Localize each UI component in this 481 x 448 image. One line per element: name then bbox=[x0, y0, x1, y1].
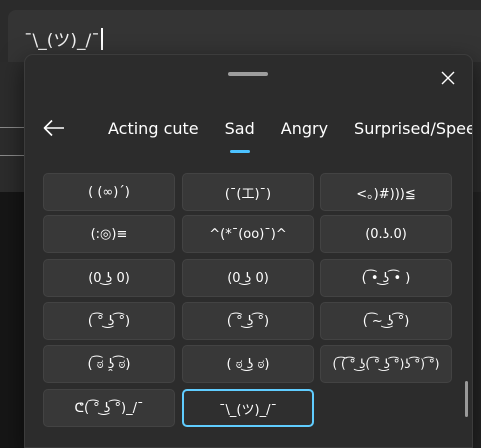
tab-acting-cute[interactable]: Acting cute bbox=[108, 117, 199, 141]
back-button[interactable] bbox=[39, 113, 69, 143]
kaomoji-item[interactable]: ( ͡ಠ ʖ̯ ͡ಠ) bbox=[43, 345, 175, 383]
close-icon bbox=[441, 71, 455, 85]
input-text: ¯\_(ツ)_/¯ bbox=[24, 26, 103, 51]
tab-angry[interactable]: Angry bbox=[281, 117, 328, 141]
kaomoji-item[interactable]: ( (∞)´) bbox=[43, 173, 175, 211]
kaomoji-item[interactable]: ( ͡~ ͜ʖ ͡°) bbox=[320, 302, 452, 340]
tab-surprised-speechless[interactable]: Surprised/Speechless bbox=[354, 117, 472, 141]
text-caret bbox=[100, 28, 103, 50]
drag-handle[interactable] bbox=[228, 72, 268, 76]
kaomoji-grid: ( (∞)´) (¯(工)¯) <。)#)))≦ (:◎)≡ ^(*¯(oo)¯… bbox=[43, 173, 468, 447]
kaomoji-item[interactable]: (¯(工)¯) bbox=[182, 173, 314, 211]
kaomoji-item[interactable]: (0 ͜ʖ 0) bbox=[182, 259, 314, 297]
category-tabs: Acting cute Sad Angry Surprised/Speechless bbox=[108, 117, 472, 157]
kaomoji-item[interactable]: (0 ͜ʖ 0) bbox=[43, 259, 175, 297]
close-button[interactable] bbox=[433, 63, 463, 93]
input-value: ¯\_(ツ)_/¯ bbox=[24, 31, 100, 51]
kaomoji-item[interactable]: ( ͡° ͜ʖ ͡°) bbox=[43, 302, 175, 340]
kaomoji-item[interactable]: (:◎)≡ bbox=[43, 215, 175, 253]
back-arrow-icon bbox=[43, 119, 64, 137]
app-scroll-edge bbox=[472, 192, 481, 448]
emoji-panel: Acting cuteSadAngrySurprised/Speechless … bbox=[24, 54, 473, 448]
scrollbar-thumb[interactable] bbox=[465, 381, 468, 417]
kaomoji-item[interactable]: (0.ʖ.0) bbox=[320, 215, 452, 253]
kaomoji-item[interactable]: ( ͡( ͡° ͜ʖ( ͡° ͜ʖ ͡°)ʖ ͡°) ͡°) bbox=[320, 345, 452, 383]
kaomoji-item[interactable]: <。)#)))≦ bbox=[320, 173, 452, 211]
kaomoji-item[interactable]: ᕦ( ͡° ͜ʖ ͡°)_/¯ bbox=[43, 389, 175, 427]
kaomoji-item-selected[interactable]: ¯\_(ツ)_/¯ bbox=[182, 389, 314, 427]
kaomoji-item[interactable]: ^(*¯(oo)¯)^ bbox=[182, 215, 314, 253]
kaomoji-item[interactable]: ( ͡° ͜ʖ ͡°) bbox=[182, 302, 314, 340]
kaomoji-item[interactable]: ( ಠ ͜ʖ ಠ) bbox=[182, 345, 314, 383]
tab-sad[interactable]: Sad bbox=[225, 117, 255, 153]
kaomoji-item[interactable]: ( ͡• ͜ʖ ͡• ) bbox=[320, 259, 452, 297]
